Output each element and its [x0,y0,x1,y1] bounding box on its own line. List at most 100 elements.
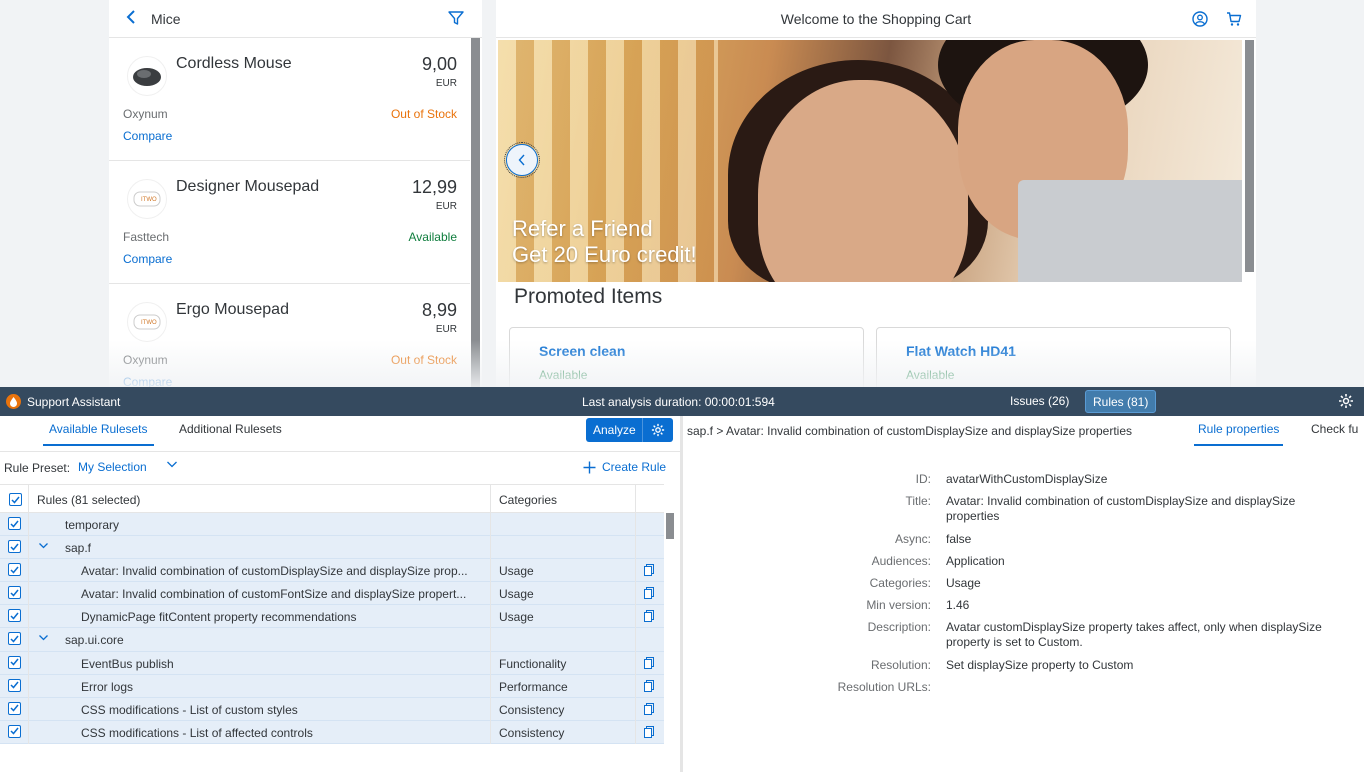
back-icon[interactable] [125,8,151,29]
compare-link[interactable]: Compare [123,129,172,143]
filter-icon[interactable] [448,10,466,28]
rule-name: Avatar: Invalid combination of customFon… [81,587,467,602]
copy-rule-icon[interactable] [644,656,654,672]
table-row[interactable]: sap.ui.core [0,628,664,652]
support-assistant-toolbar: Support Assistant Last analysis duration… [0,387,1364,416]
property-label: Resolution: [870,658,931,672]
copy-rule-icon[interactable] [644,610,654,625]
property-value: 1.46 [946,598,970,612]
cart-icon[interactable] [1226,11,1242,32]
table-row[interactable]: Error logs Performance [0,674,664,698]
row-checkbox[interactable] [8,632,21,646]
product-supplier: Fasttech [123,230,170,244]
table-row[interactable]: EventBus publish Functionality [0,651,664,675]
rule-breadcrumb: sap.f > Avatar: Invalid combination of c… [687,424,1133,438]
rules-table-header: Rules (81 selected) Categories [0,484,664,513]
property-value: avatarWithCustomDisplaySize [946,472,1108,486]
detail-scrollbar[interactable] [1245,40,1254,272]
expand-chevron-icon[interactable] [38,632,49,646]
rule-details-pane: sap.f > Avatar: Invalid combination of c… [683,416,1364,772]
row-checkbox[interactable] [8,609,21,623]
rule-name: Avatar: Invalid combination of customDis… [81,564,468,579]
carousel-prev-button[interactable] [504,142,540,178]
table-row[interactable]: sap.f [0,536,664,560]
ruleset-name: sap.ui.core [65,633,124,648]
tab-rule-properties[interactable]: Rule properties [1193,422,1284,446]
row-checkbox[interactable] [8,678,21,692]
card-title[interactable]: Screen clean [539,343,625,359]
product-image [127,56,167,96]
product-currency: EUR [435,324,457,335]
property-label: Categories: [869,576,931,590]
rule-category: Consistency [499,702,565,717]
product-image: ITWO [127,302,167,342]
product-currency: EUR [435,78,457,89]
row-checkbox[interactable] [8,540,21,554]
settings-gear-icon[interactable] [1338,393,1354,412]
master-header: Mice [109,0,482,38]
detail-panel: Welcome to the Shopping Cart Refer a Fri… [496,0,1256,387]
product-item[interactable]: ITWO Designer Mousepad 12,99 EUR Fasttec… [109,161,470,284]
rule-preset-select[interactable]: My Selection [78,460,147,474]
rules-table-scrollbar[interactable] [664,513,680,744]
compare-link[interactable]: Compare [123,375,172,387]
rule-category: Usage [499,587,534,602]
add-icon [583,461,596,473]
analyze-button[interactable]: Analyze [586,418,673,442]
hero-laptop [1018,180,1242,282]
copy-rule-icon[interactable] [644,725,654,741]
copy-rule-icon[interactable] [644,564,654,579]
rule-category: Performance [499,679,568,694]
column-header-categories[interactable]: Categories [499,493,557,507]
tab-additional-rulesets[interactable]: Additional Rulesets [179,422,282,436]
create-rule-button[interactable]: Create Rule [583,460,666,474]
product-item[interactable]: Cordless Mouse 9,00 EUR Oxynum Out of St… [109,38,470,161]
card-title[interactable]: Flat Watch HD41 [906,343,1016,359]
compare-link[interactable]: Compare [123,252,172,266]
analyze-settings-icon[interactable] [643,423,673,437]
master-title: Mice [151,10,181,27]
table-row[interactable]: CSS modifications - List of affected con… [0,720,664,744]
property-value: Application [946,554,1005,568]
support-assistant-title: Support Assistant [27,395,121,409]
tab-check-function[interactable]: Check fu [1311,422,1358,436]
column-divider [635,484,636,744]
support-assistant: Support Assistant Last analysis duration… [0,387,1364,772]
promoted-card[interactable]: Screen clean Available [509,327,864,387]
rule-category: Functionality [499,656,567,671]
create-rule-label: Create Rule [602,460,667,474]
column-header-rules[interactable]: Rules (81 selected) [37,493,140,507]
product-name: Cordless Mouse [176,55,292,72]
row-checkbox[interactable] [8,701,21,715]
copy-rule-icon[interactable] [644,702,654,718]
ruleset-name: sap.f [65,541,92,556]
property-label: Async: [894,532,931,546]
master-scrollbar[interactable] [471,38,480,387]
rules-table-body: temporary sap.f Avatar: Invalid combinatio… [0,513,664,744]
chevron-down-icon[interactable] [166,458,178,473]
promo-line-1: Refer a Friend [512,216,653,241]
rules-tab-button[interactable]: Rules (81) [1085,390,1157,413]
copy-rule-icon[interactable] [644,679,654,695]
expand-chevron-icon[interactable] [38,540,49,554]
copy-rule-icon[interactable] [644,587,654,602]
row-checkbox[interactable] [8,724,21,738]
table-row[interactable]: Avatar: Invalid combination of customFon… [0,582,664,606]
table-row[interactable]: Avatar: Invalid combination of customDis… [0,559,664,583]
product-item[interactable]: ITWO Ergo Mousepad 8,99 EUR Oxynum Out o… [109,284,470,387]
row-checkbox[interactable] [8,563,21,577]
select-all-checkbox[interactable] [9,493,22,506]
ruleset-tabs: Available Rulesets Additional Rulesets A… [0,416,680,452]
row-checkbox[interactable] [8,517,21,530]
issues-tab-button[interactable]: Issues (26) [1002,390,1077,413]
table-row[interactable]: temporary [0,513,664,537]
property-value: Avatar: Invalid combination of customDis… [946,494,1296,523]
svg-text:ITWO: ITWO [141,197,157,203]
promoted-card[interactable]: Flat Watch HD41 Available [876,327,1231,387]
table-row[interactable]: DynamicPage fitContent property recommen… [0,605,664,629]
user-icon[interactable] [1192,11,1208,32]
tab-available-rulesets[interactable]: Available Rulesets [43,422,154,446]
table-row[interactable]: CSS modifications - List of custom style… [0,697,664,721]
row-checkbox[interactable] [8,655,21,669]
row-checkbox[interactable] [8,586,21,600]
